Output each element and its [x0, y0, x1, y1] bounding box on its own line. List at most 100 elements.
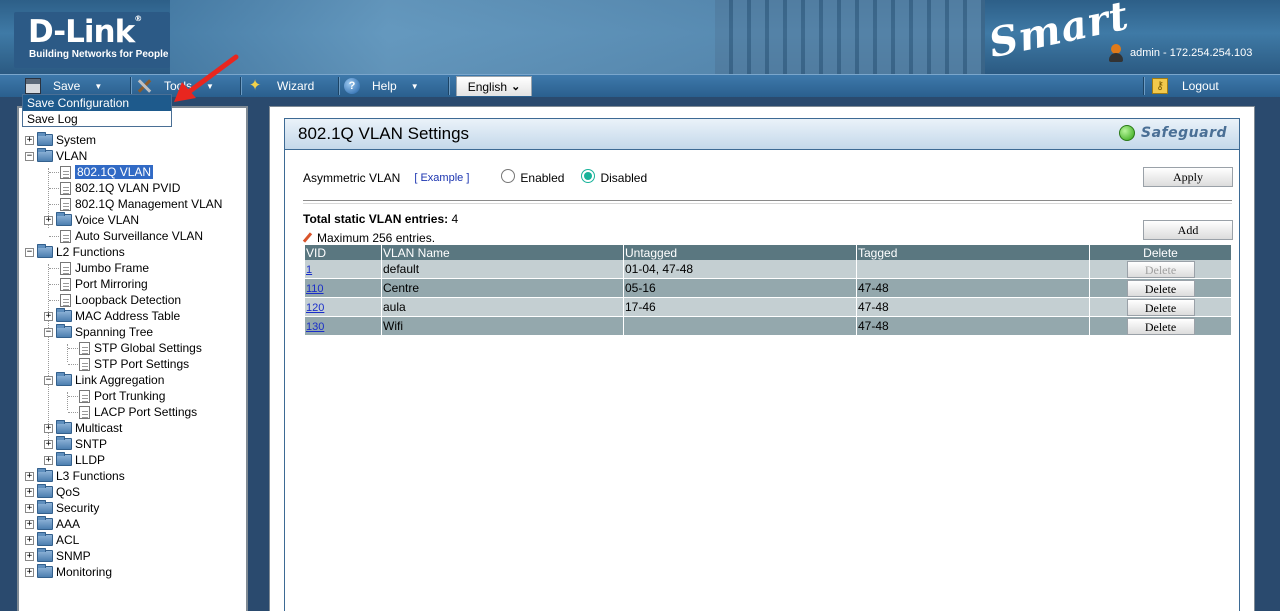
- tree-item-auto-surveillance-vlan[interactable]: Auto Surveillance VLAN: [60, 228, 203, 244]
- delete-button[interactable]: Delete: [1126, 279, 1195, 297]
- red-arrow-annotation: [174, 54, 239, 102]
- column-header-vlan-name: VLAN Name: [381, 245, 624, 260]
- table-row: 1 default 01-04, 47-48 Delete: [305, 260, 1232, 279]
- folder-icon: [56, 372, 72, 386]
- tree-item-system[interactable]: + System: [25, 132, 96, 148]
- expand-icon[interactable]: +: [25, 503, 34, 513]
- pencil-icon: [303, 233, 313, 243]
- tree-item-l3-functions[interactable]: + L3 Functions: [25, 468, 125, 484]
- wizard-menu[interactable]: ✦ Wizard: [247, 75, 315, 97]
- max-entries-note: Maximum 256 entries.: [303, 231, 435, 245]
- tree-item-qos[interactable]: + QoS: [25, 484, 80, 500]
- tree-item-label: Port Mirroring: [75, 277, 148, 291]
- delete-button[interactable]: Delete: [1126, 298, 1195, 316]
- collapse-icon[interactable]: −: [44, 375, 53, 385]
- asymmetric-vlan-label: Asymmetric VLAN: [303, 171, 401, 185]
- tree-item-stp-port-settings[interactable]: STP Port Settings: [79, 356, 189, 372]
- collapse-icon[interactable]: −: [25, 151, 34, 161]
- tree-item-stp-global-settings[interactable]: STP Global Settings: [79, 340, 202, 356]
- tree-item-lacp-port-settings[interactable]: LACP Port Settings: [79, 404, 197, 420]
- vid-cell: 1: [305, 260, 382, 279]
- tree-connector: [49, 236, 59, 237]
- tree-item-lldp[interactable]: + LLDP: [44, 452, 105, 468]
- tree-item-voice-vlan[interactable]: + Voice VLAN: [44, 212, 139, 228]
- expand-icon[interactable]: +: [44, 455, 53, 465]
- vid-link[interactable]: 120: [306, 302, 324, 314]
- tree-item-l2-functions[interactable]: − L2 Functions: [25, 244, 125, 260]
- folder-icon: [37, 244, 53, 258]
- expand-icon[interactable]: +: [25, 551, 34, 561]
- wizard-icon: ✦: [248, 77, 262, 94]
- expand-icon[interactable]: +: [44, 215, 53, 225]
- tree-item-802-1q-vlan-pvid[interactable]: 802.1Q VLAN PVID: [60, 180, 180, 196]
- delete-cell: Delete: [1089, 278, 1232, 298]
- vlan-name-cell: default: [381, 260, 624, 279]
- expand-icon[interactable]: +: [25, 487, 34, 497]
- column-header-untagged: Untagged: [623, 245, 857, 260]
- tree-connector: [67, 392, 68, 410]
- status-green-icon: [1119, 125, 1136, 141]
- tree-connector: [49, 188, 59, 189]
- save-configuration-item[interactable]: Save Configuration: [23, 95, 171, 111]
- expand-icon[interactable]: +: [44, 311, 53, 321]
- vid-link[interactable]: 110: [306, 283, 324, 295]
- tree-item-802-1q-vlan[interactable]: 802.1Q VLAN: [60, 164, 154, 180]
- expand-icon[interactable]: +: [25, 567, 34, 577]
- collapse-icon[interactable]: −: [44, 327, 53, 337]
- menu-separator: [1143, 77, 1145, 95]
- tree-item-acl[interactable]: + ACL: [25, 532, 79, 548]
- tree-item-loopback-detection[interactable]: Loopback Detection: [60, 292, 181, 308]
- language-select[interactable]: English ⌄: [456, 76, 532, 96]
- tree-item-monitoring[interactable]: + Monitoring: [25, 564, 112, 580]
- tree-item-security[interactable]: + Security: [25, 500, 99, 516]
- tree-item-mac-address-table[interactable]: + MAC Address Table: [44, 308, 180, 324]
- folder-icon: [56, 212, 72, 226]
- disabled-radio[interactable]: [581, 169, 596, 183]
- tree-item-spanning-tree[interactable]: − Spanning Tree: [44, 324, 153, 340]
- tree-connector: [49, 284, 59, 285]
- tree-item-label: ACL: [56, 533, 80, 547]
- apply-button[interactable]: Apply: [1143, 167, 1233, 187]
- tree-item-802-1q-management-vlan[interactable]: 802.1Q Management VLAN: [60, 196, 222, 212]
- tree-item-multicast[interactable]: + Multicast: [44, 420, 122, 436]
- delete-cell: Delete: [1089, 297, 1232, 317]
- vid-link[interactable]: 1: [306, 264, 312, 276]
- tree-item-vlan[interactable]: − VLAN: [25, 148, 87, 164]
- tree-connector: [68, 348, 78, 349]
- tagged-cell: [856, 260, 1090, 279]
- vlan-name-cell: Wifi: [381, 316, 624, 336]
- save-log-item[interactable]: Save Log: [23, 111, 171, 127]
- folder-icon: [56, 436, 72, 450]
- tree-item-snmp[interactable]: + SNMP: [25, 548, 91, 564]
- tree-item-jumbo-frame[interactable]: Jumbo Frame: [60, 260, 149, 276]
- wizard-menu-label: Wizard: [277, 79, 315, 93]
- tree-item-link-aggregation[interactable]: − Link Aggregation: [44, 372, 164, 388]
- collapse-icon[interactable]: −: [25, 247, 34, 257]
- tree-item-port-mirroring[interactable]: Port Mirroring: [60, 276, 148, 292]
- tree-item-label: AAA: [56, 517, 81, 531]
- tree-item-label: VLAN: [56, 149, 88, 163]
- example-link[interactable]: [ Example ]: [414, 172, 469, 184]
- expand-icon[interactable]: +: [44, 439, 53, 449]
- vid-link[interactable]: 130: [306, 321, 324, 333]
- expand-icon[interactable]: +: [25, 471, 34, 481]
- enabled-radio[interactable]: [501, 169, 516, 183]
- help-menu[interactable]: ? Help ▼: [344, 75, 419, 97]
- tree-item-aaa[interactable]: + AAA: [25, 516, 80, 532]
- logout-menu[interactable]: ⚷ Logout: [1152, 75, 1219, 97]
- tree-item-sntp[interactable]: + SNTP: [44, 436, 107, 452]
- tree-item-label: SNTP: [75, 437, 108, 451]
- tree-item-label: 802.1Q VLAN PVID: [75, 181, 181, 195]
- tree-item-port-trunking[interactable]: Port Trunking: [79, 388, 165, 404]
- expand-icon[interactable]: +: [25, 535, 34, 545]
- tree-connector: [68, 364, 78, 365]
- expand-icon[interactable]: +: [44, 423, 53, 433]
- total-entries: Total static VLAN entries: 4: [303, 212, 458, 226]
- expand-icon[interactable]: +: [25, 519, 34, 529]
- delete-button[interactable]: Delete: [1126, 317, 1195, 335]
- add-button[interactable]: Add: [1143, 220, 1233, 240]
- expand-icon[interactable]: +: [25, 135, 34, 145]
- tree-item-label: System: [56, 133, 97, 147]
- tagged-cell: 47-48: [856, 297, 1090, 317]
- tree-item-label: Multicast: [75, 421, 123, 435]
